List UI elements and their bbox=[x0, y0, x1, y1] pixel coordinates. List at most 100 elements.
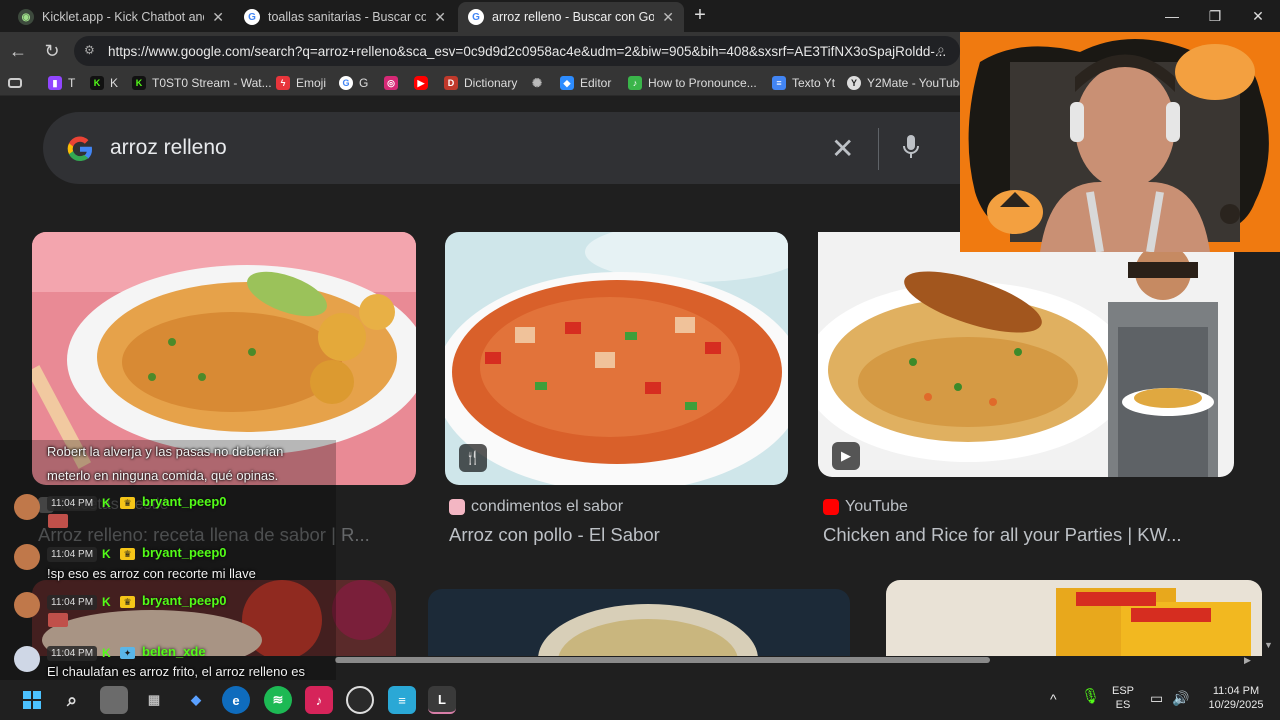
bookmark-emoji[interactable]: ϟ Emoji bbox=[276, 74, 326, 92]
avatar bbox=[14, 494, 40, 520]
tiktok-icon[interactable]: ♪ bbox=[305, 686, 333, 714]
chat-timestamp: 11:04 PM bbox=[47, 547, 98, 562]
back-arrow-icon[interactable]: ← bbox=[6, 39, 30, 63]
search-icon[interactable]: ⌕ bbox=[58, 686, 86, 714]
y2mate-icon: Y bbox=[847, 76, 861, 90]
close-tab-icon[interactable]: ✕ bbox=[662, 9, 674, 26]
food-photo bbox=[818, 232, 1234, 477]
search-box[interactable]: arroz relleno ✕ bbox=[43, 112, 1003, 184]
chat-username[interactable]: bryant_peep0 bbox=[142, 494, 227, 509]
close-tab-icon[interactable]: ✕ bbox=[212, 9, 224, 26]
result-image-row2-3[interactable] bbox=[886, 580, 1262, 656]
tab-kicklet[interactable]: ◉ Kicklet.app - Kick Chatbot and Ov ✕ bbox=[8, 2, 234, 32]
bookmark-how-to-pronounce[interactable]: ♪ How to Pronounce... bbox=[628, 74, 757, 92]
fork-knife-icon: 🍴 bbox=[459, 444, 487, 472]
zoom-icon[interactable]: ⌕ bbox=[937, 41, 945, 58]
maximize-button[interactable]: ❐ bbox=[1193, 4, 1237, 28]
minimize-button[interactable]: — bbox=[1150, 4, 1194, 28]
kick-badge-icon: K bbox=[102, 595, 111, 609]
bookmark-youtube[interactable]: ▶ bbox=[414, 74, 434, 92]
active-app-icon[interactable]: L bbox=[428, 686, 456, 714]
file-explorer-icon[interactable] bbox=[100, 686, 128, 714]
tab-title: toallas sanitarias - Buscar con Goo bbox=[268, 10, 427, 24]
volume-icon[interactable]: 🔊 bbox=[1172, 691, 1189, 705]
pronounce-icon: ♪ bbox=[628, 76, 642, 90]
chat-username[interactable]: bryant_peep0 bbox=[142, 593, 227, 608]
microphone-icon[interactable] bbox=[901, 132, 921, 162]
site-info-icon[interactable]: ⚙ bbox=[84, 43, 100, 59]
chatgpt-icon: ✺ bbox=[531, 76, 543, 90]
scroll-right-arrow-icon[interactable]: ▶ bbox=[1244, 655, 1251, 666]
tab-title: arroz relleno - Buscar con Google bbox=[492, 10, 655, 24]
bookmark-editor[interactable]: ◆ Editor bbox=[560, 74, 611, 92]
youtube-icon: ▶ bbox=[414, 76, 428, 90]
play-icon: ▶ bbox=[832, 442, 860, 470]
docs-icon: ≡ bbox=[772, 76, 786, 90]
address-bar[interactable]: ⚙ https://www.google.com/search?q=arroz+… bbox=[74, 36, 960, 66]
language-indicator[interactable]: ESP ES bbox=[1112, 684, 1134, 712]
crown-badge-icon: ♛ bbox=[120, 497, 135, 509]
avatar bbox=[14, 646, 40, 672]
windows-start-icon[interactable] bbox=[18, 686, 46, 714]
bookmark-instagram[interactable]: ◎ bbox=[384, 74, 404, 92]
tab-toallas[interactable]: G toallas sanitarias - Buscar con Goo ✕ bbox=[234, 2, 456, 32]
result-image-el-sabor[interactable]: 🍴 bbox=[445, 232, 788, 485]
bookmark-texto-yt[interactable]: ≡ Texto Yt bbox=[772, 74, 835, 92]
crown-badge-icon: ♛ bbox=[120, 548, 135, 560]
close-window-button[interactable]: ✕ bbox=[1236, 4, 1280, 28]
bookmark-chatgpt[interactable]: ✺ bbox=[530, 74, 550, 92]
tab-arroz-relleno[interactable]: G arroz relleno - Buscar con Google ✕ bbox=[458, 2, 684, 32]
avatar bbox=[14, 592, 40, 618]
sub-badge-icon: ✦ bbox=[120, 647, 135, 659]
emote-icon bbox=[48, 613, 68, 627]
microphone-tray-icon[interactable]: 🎙 bbox=[1081, 689, 1100, 704]
food-photo bbox=[445, 232, 788, 485]
windows-taskbar: ⌕ ▦ ◆ e ≋ ♪ ≡ L ^ 🎙 ESP ES ▭ 🔊 11:04 PM … bbox=[0, 680, 1280, 720]
kick-badge-icon: K bbox=[102, 547, 111, 561]
close-tab-icon[interactable]: ✕ bbox=[434, 9, 446, 26]
bookmark-tosto-stream[interactable]: K T0ST0 Stream - Wat... bbox=[132, 74, 272, 92]
emote-icon bbox=[48, 514, 68, 528]
webcam-overlay bbox=[960, 32, 1280, 252]
tray-chevron-icon[interactable]: ^ bbox=[1050, 692, 1057, 706]
kick-badge-icon: K bbox=[102, 646, 111, 660]
chat-timestamp: 11:04 PM bbox=[47, 595, 98, 610]
chat-username[interactable]: bryant_peep0 bbox=[142, 545, 227, 560]
bookmarks-toggle-icon[interactable] bbox=[8, 74, 22, 92]
bookmark-k[interactable]: KK bbox=[90, 74, 118, 92]
bookmark-g[interactable]: GG bbox=[339, 74, 368, 92]
bookmark-y2mate[interactable]: Y Y2Mate - YouTube bbox=[847, 74, 966, 92]
tab-title: Kicklet.app - Kick Chatbot and Ov bbox=[42, 10, 204, 24]
result-image-youtube[interactable]: ▶ bbox=[818, 232, 1234, 477]
spotify-icon[interactable]: ≋ bbox=[264, 686, 292, 714]
google-g-icon bbox=[67, 136, 93, 162]
tab-strip: ◉ Kicklet.app - Kick Chatbot and Ov ✕ G … bbox=[0, 0, 1280, 32]
google-icon: G bbox=[244, 9, 260, 25]
app-icon[interactable]: ◆ bbox=[182, 686, 210, 714]
food-photo bbox=[886, 580, 1262, 656]
result-source[interactable]: YouTube bbox=[823, 498, 908, 516]
network-icon[interactable]: ▭ bbox=[1150, 691, 1163, 705]
search-divider bbox=[878, 128, 879, 170]
search-query: arroz relleno bbox=[110, 136, 227, 159]
edge-icon[interactable]: e bbox=[222, 686, 250, 714]
clear-search-icon[interactable]: ✕ bbox=[831, 132, 854, 165]
bookmark-t[interactable]: ▮ T bbox=[48, 74, 75, 92]
result-title[interactable]: Chicken and Rice for all your Parties | … bbox=[823, 524, 1223, 546]
bolt-icon: ϟ bbox=[276, 76, 290, 90]
task-view-icon[interactable]: ▦ bbox=[140, 686, 168, 714]
result-title[interactable]: Arroz con pollo - El Sabor bbox=[449, 524, 789, 546]
chat-message-text: Robert la alverja y las pasas no debería… bbox=[47, 444, 284, 459]
new-tab-button[interactable]: + bbox=[690, 4, 710, 28]
clock[interactable]: 11:04 PM 10/29/2025 bbox=[1202, 684, 1270, 712]
chat-username[interactable]: belen_xde bbox=[142, 644, 206, 659]
scrollbar-thumb[interactable] bbox=[335, 657, 990, 663]
scroll-down-arrow-icon[interactable]: ▼ bbox=[1264, 640, 1273, 650]
youtube-icon bbox=[823, 499, 839, 515]
notepad-icon[interactable]: ≡ bbox=[388, 686, 416, 714]
result-source[interactable]: condimentos el sabor bbox=[449, 498, 623, 516]
reload-icon[interactable]: ↻ bbox=[40, 39, 64, 63]
result-image-row2-2[interactable] bbox=[428, 589, 850, 656]
bookmark-dictionary[interactable]: D Dictionary bbox=[444, 74, 517, 92]
obs-icon[interactable] bbox=[346, 686, 374, 714]
